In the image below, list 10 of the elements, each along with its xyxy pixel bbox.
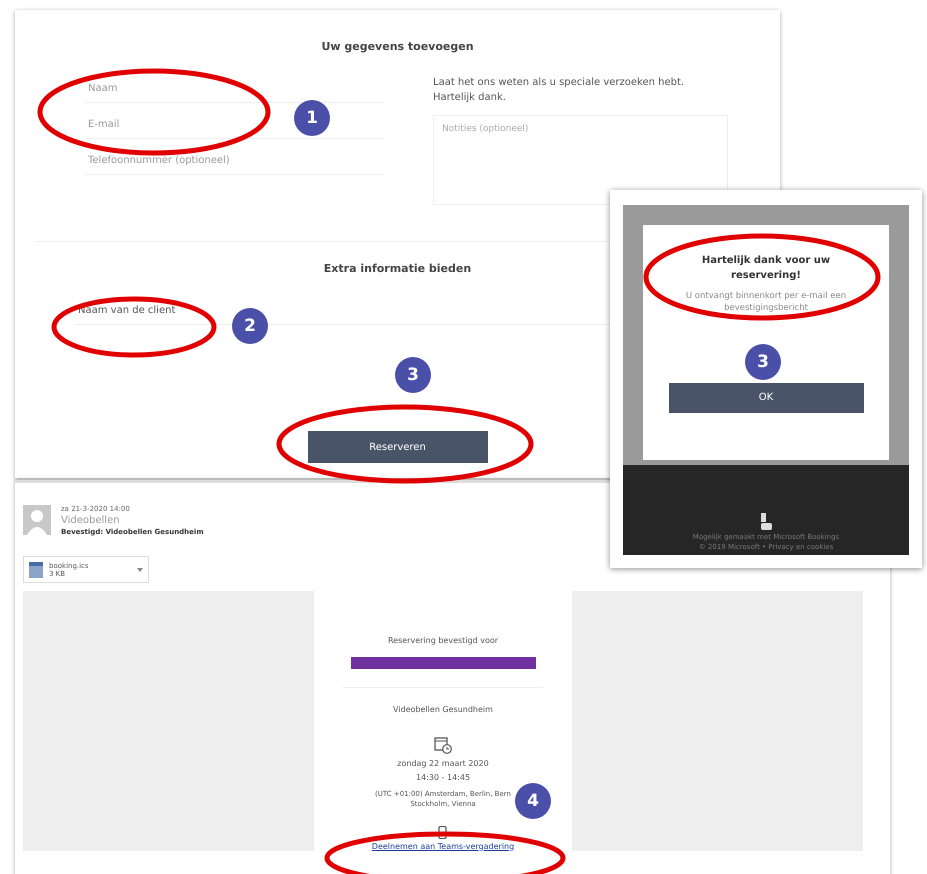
dialog-message: U ontvangt binnenkort per e-mail een bevestigingsbericht	[684, 291, 848, 315]
service-name: Videobellen Gesundheim	[393, 705, 493, 714]
section-title: Uw gegevens toevoegen	[320, 40, 475, 53]
dialog-title: Hartelijk dank voor uw reservering!	[700, 254, 832, 283]
appointment-date: zondag 22 maart 2020	[397, 759, 489, 768]
email-sender: Videobellen	[61, 515, 121, 526]
section-title: Extra informatie bieden	[322, 262, 472, 275]
card-heading: Reservering bevestigd voor	[388, 636, 498, 645]
notes-intro-text: Laat het ons weten als u speciale verzoeken hebt. Hartelijk dank.	[433, 76, 686, 105]
appointment-time: 14:30 - 14:45	[416, 773, 470, 782]
